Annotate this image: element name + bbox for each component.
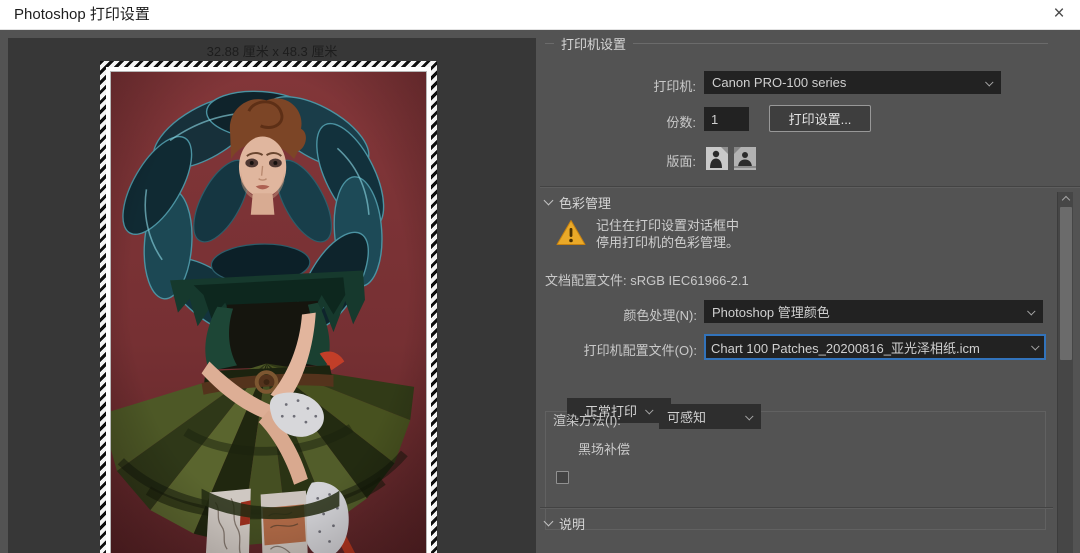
chevron-down-icon	[645, 405, 654, 415]
layout-label: 版面:	[666, 154, 696, 169]
print-page-margin	[106, 67, 431, 553]
color-handling-value: Photoshop 管理颜色	[712, 305, 830, 320]
printer-settings-title: 打印机设置	[561, 37, 627, 52]
window-title: Photoshop 打印设置	[14, 6, 150, 23]
printer-profile-select[interactable]: Chart 100 Patches_20200816_亚光泽相纸.icm	[704, 334, 1046, 360]
print-settings-button[interactable]: 打印设置...	[769, 105, 871, 132]
chevron-down-icon	[985, 77, 994, 87]
scrollbar-thumb[interactable]	[1060, 207, 1072, 360]
warning-line-1: 记住在打印设置对话框中	[596, 218, 740, 233]
color-handling-label: 颜色处理(N):	[623, 308, 697, 323]
description-header[interactable]: 说明	[543, 514, 586, 533]
color-management-title: 色彩管理	[559, 196, 612, 211]
rendering-intent-select[interactable]: 可感知	[659, 404, 761, 429]
black-point-checkbox[interactable]	[556, 471, 569, 484]
paper-dimensions-label: 32.88 厘米 x 48.3 厘米	[206, 44, 338, 59]
close-icon[interactable]: ×	[1042, 0, 1076, 30]
layout-portrait-icon[interactable]	[705, 146, 729, 171]
printer-label: 打印机:	[653, 79, 696, 94]
rendering-intent-value: 可感知	[667, 410, 707, 425]
dialog-body: 32.88 厘米 x 48.3 厘米 打印机设置 打印机: Canon PRO-…	[0, 30, 1080, 553]
window-titlebar: Photoshop 打印设置 ×	[0, 0, 1080, 30]
printer-settings-header: 打印机设置	[545, 34, 1048, 53]
color-management-warning: 记住在打印设置对话框中 停用打印机的色彩管理。	[596, 217, 739, 251]
printer-select[interactable]: Canon PRO-100 series	[704, 71, 1001, 94]
printer-select-value: Canon PRO-100 series	[712, 75, 847, 90]
printer-profile-label: 打印机配置文件(O):	[583, 343, 697, 358]
chevron-down-icon	[543, 516, 554, 527]
print-preview-panel: 32.88 厘米 x 48.3 厘米	[8, 38, 536, 553]
chevron-down-icon	[745, 411, 754, 421]
warning-icon	[556, 219, 586, 246]
divider	[545, 43, 554, 44]
chevron-down-icon	[1027, 306, 1036, 316]
warning-line-2: 停用打印机的色彩管理。	[596, 235, 740, 250]
print-page	[100, 61, 437, 553]
section-separator	[540, 186, 1080, 187]
print-preview-photo	[110, 71, 427, 553]
color-handling-select[interactable]: Photoshop 管理颜色	[704, 300, 1043, 323]
document-profile-label: 文档配置文件:	[545, 273, 627, 288]
divider	[633, 43, 1048, 44]
scroll-up-icon[interactable]	[1058, 192, 1074, 207]
layout-landscape-icon[interactable]	[733, 146, 757, 171]
black-point-label: 黑场补偿	[578, 442, 631, 457]
chevron-down-icon	[543, 195, 554, 206]
settings-scrollbar[interactable]	[1057, 192, 1073, 553]
chevron-down-icon	[1031, 342, 1040, 351]
rendering-intent-label: 渲染方法(I):	[553, 413, 621, 428]
description-title: 说明	[559, 517, 586, 532]
section-separator	[540, 507, 1053, 508]
model-photo-illustration	[111, 72, 426, 553]
copies-label: 份数:	[666, 115, 696, 130]
printer-profile-value: Chart 100 Patches_20200816_亚光泽相纸.icm	[711, 340, 980, 356]
color-management-header[interactable]: 色彩管理	[543, 193, 612, 212]
document-profile-line: 文档配置文件: sRGB IEC61966-2.1	[545, 270, 749, 289]
document-profile-value: sRGB IEC61966-2.1	[630, 273, 749, 288]
copies-input[interactable]	[704, 107, 749, 131]
